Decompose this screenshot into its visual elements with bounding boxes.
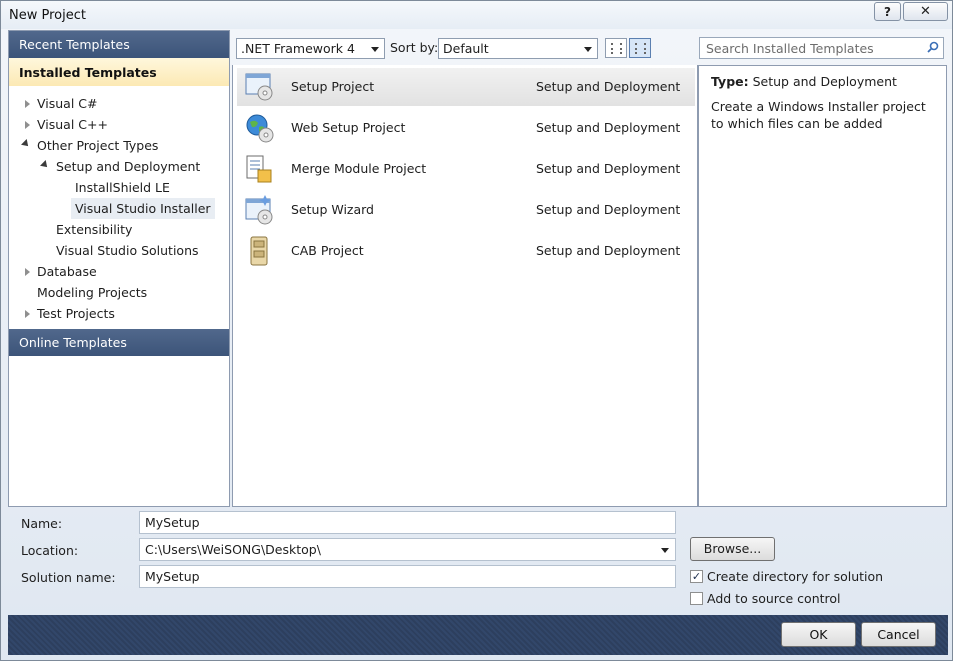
type-value: Setup and Deployment — [752, 74, 897, 89]
solution-name-label: Solution name: — [21, 570, 116, 585]
tree-item-test-projects[interactable]: Test Projects — [37, 303, 115, 324]
framework-value: .NET Framework 4 — [241, 41, 355, 56]
collapse-arrow-icon[interactable] — [40, 160, 50, 170]
tree-item-other-project-types[interactable]: Other Project Types — [37, 135, 158, 156]
collapse-arrow-icon[interactable] — [21, 139, 31, 149]
template-description: Type: Setup and Deployment Create a Wind… — [698, 65, 947, 507]
tree-item-installshield-le[interactable]: InstallShield LE — [75, 177, 170, 198]
cab-project-icon — [250, 236, 268, 266]
tree-item-visual-studio-solutions[interactable]: Visual Studio Solutions — [56, 240, 199, 261]
location-field[interactable]: C:\Users\WeiSONG\Desktop\ — [139, 538, 676, 561]
template-name: Setup Wizard — [291, 202, 374, 217]
web-setup-icon — [246, 114, 274, 143]
close-button[interactable]: ✕ — [903, 2, 948, 21]
help-button[interactable]: ? — [874, 2, 901, 21]
sort-by-dropdown[interactable]: Default — [438, 38, 598, 59]
small-icons-view-icon — [611, 43, 622, 54]
small-icons-view-button[interactable] — [605, 38, 627, 58]
expand-arrow-icon[interactable] — [25, 310, 30, 318]
template-name: Setup Project — [291, 79, 375, 94]
tree-item-visual-studio-installer[interactable]: Visual Studio Installer — [71, 198, 215, 219]
template-type: Setup and Deployment — [536, 202, 681, 217]
source-control-checkbox[interactable] — [690, 592, 703, 605]
tree-item-modeling-projects[interactable]: Modeling Projects — [37, 282, 147, 303]
source-control-label[interactable]: Add to source control — [707, 591, 841, 606]
cancel-button[interactable]: Cancel — [861, 622, 936, 647]
name-label: Name: — [21, 516, 63, 531]
online-templates-header[interactable]: Online Templates — [9, 329, 229, 356]
template-name: Merge Module Project — [291, 161, 427, 176]
expand-arrow-icon[interactable] — [25, 268, 30, 276]
template-categories-panel: Recent Templates Installed Templates Vis… — [8, 30, 230, 507]
details-view-icon — [635, 43, 646, 54]
chevron-down-icon — [584, 47, 592, 52]
tree-item-extensibility[interactable]: Extensibility — [56, 219, 132, 240]
tree-item-database[interactable]: Database — [37, 261, 97, 282]
templates-toolbar: .NET Framework 4 Sort by: Default — [232, 30, 698, 65]
chevron-down-icon[interactable] — [661, 548, 669, 553]
template-type: Setup and Deployment — [536, 161, 681, 176]
location-value: C:\Users\WeiSONG\Desktop\ — [145, 542, 321, 557]
framework-dropdown[interactable]: .NET Framework 4 — [236, 38, 385, 59]
search-input[interactable]: Search Installed Templates — [699, 37, 944, 59]
templates-panel: .NET Framework 4 Sort by: Default Setup … — [232, 30, 698, 507]
template-name: Web Setup Project — [291, 120, 406, 135]
solution-name-value: MySetup — [145, 569, 200, 584]
create-directory-label[interactable]: Create directory for solution — [707, 569, 883, 584]
tree-item-visual-csharp[interactable]: Visual C# — [37, 93, 98, 114]
template-row-setup-project[interactable]: Setup Project Setup and Deployment — [237, 68, 695, 106]
search-placeholder: Search Installed Templates — [706, 41, 874, 56]
tree-item-setup-and-deployment[interactable]: Setup and Deployment — [56, 156, 200, 177]
setup-wizard-icon — [245, 195, 273, 225]
create-directory-checkbox[interactable]: ✓ — [690, 570, 703, 583]
installed-templates-header[interactable]: Installed Templates — [9, 58, 229, 86]
template-row-web-setup-project[interactable]: Web Setup Project Setup and Deployment — [237, 109, 695, 147]
type-label: Type: — [711, 74, 749, 89]
name-value: MySetup — [145, 515, 200, 530]
window-title: New Project — [9, 8, 86, 23]
description-text: Create a Windows Installer project to wh… — [711, 99, 926, 131]
name-field[interactable]: MySetup — [139, 511, 676, 534]
recent-templates-header[interactable]: Recent Templates — [9, 31, 229, 58]
details-panel: Search Installed Templates Type: Setup a… — [698, 30, 947, 507]
template-row-merge-module-project[interactable]: Merge Module Project Setup and Deploymen… — [237, 150, 695, 188]
template-type: Setup and Deployment — [536, 243, 681, 258]
project-form: Name: MySetup Location: C:\Users\WeiSONG… — [8, 507, 948, 615]
template-type: Setup and Deployment — [536, 120, 681, 135]
templates-list: Setup Project Setup and Deployment Web S… — [232, 65, 698, 507]
solution-name-field[interactable]: MySetup — [139, 565, 676, 588]
ok-button[interactable]: OK — [781, 622, 856, 647]
new-project-dialog: New Project ? ✕ Recent Templates Install… — [0, 0, 953, 661]
dialog-footer: OK Cancel — [8, 615, 948, 655]
search-icon[interactable] — [927, 41, 939, 53]
expand-arrow-icon[interactable] — [25, 100, 30, 108]
sort-by-label: Sort by: — [390, 40, 439, 55]
browse-button[interactable]: Browse... — [690, 537, 775, 561]
title-bar[interactable]: New Project ? ✕ — [1, 1, 952, 29]
chevron-down-icon — [371, 47, 379, 52]
template-row-cab-project[interactable]: CAB Project Setup and Deployment — [237, 232, 695, 270]
merge-module-icon — [246, 155, 272, 183]
template-row-setup-wizard[interactable]: Setup Wizard Setup and Deployment — [237, 191, 695, 229]
location-label: Location: — [21, 543, 79, 558]
tree-item-visual-cpp[interactable]: Visual C++ — [37, 114, 108, 135]
sort-by-value: Default — [443, 41, 489, 56]
setup-project-icon — [245, 73, 273, 101]
details-view-button[interactable] — [629, 38, 651, 58]
template-name: CAB Project — [291, 243, 364, 258]
template-type: Setup and Deployment — [536, 79, 681, 94]
expand-arrow-icon[interactable] — [25, 121, 30, 129]
